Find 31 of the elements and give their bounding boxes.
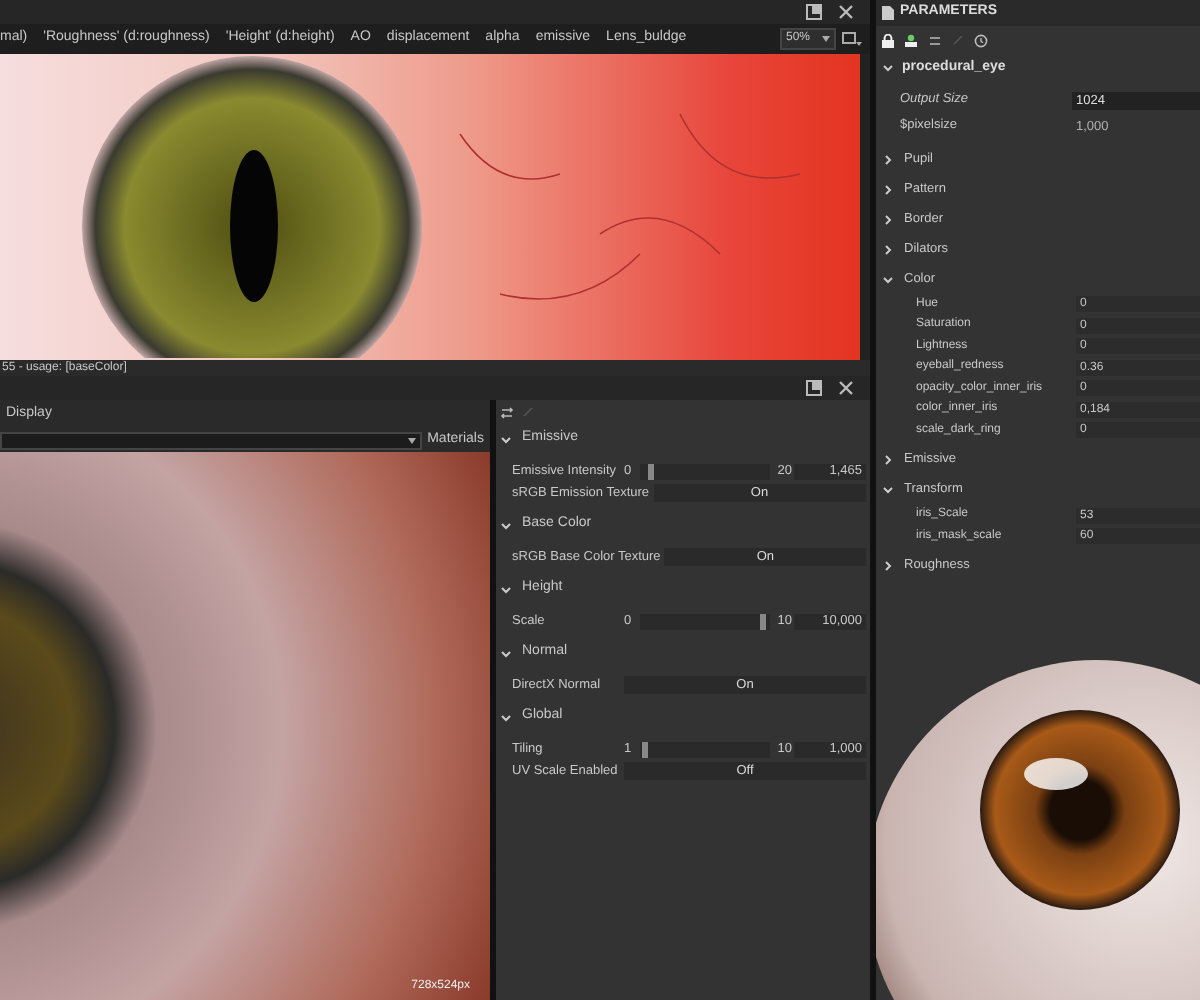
chevron-down-icon[interactable]: [500, 433, 512, 445]
chevron-down-icon[interactable]: [500, 583, 512, 595]
chevron-down-icon[interactable]: [500, 647, 512, 659]
caret-icon: [822, 36, 830, 42]
caret-icon: [407, 437, 416, 443]
close-icon[interactable]: [838, 4, 854, 20]
slider-thumb[interactable]: [648, 463, 655, 479]
display-menu-icon[interactable]: [842, 31, 862, 47]
chevron-down-icon[interactable]: [882, 62, 894, 74]
close-icon[interactable]: [838, 380, 854, 396]
slider-track[interactable]: [640, 741, 770, 757]
chevron-right-icon[interactable]: [882, 560, 894, 572]
reset-icon[interactable]: [974, 33, 988, 47]
chevron-right-icon[interactable]: [882, 213, 894, 225]
stamp-icon[interactable]: [904, 33, 918, 47]
slider-track[interactable]: [640, 463, 770, 479]
chevron-down-icon[interactable]: [500, 519, 512, 531]
chevron-down-icon[interactable]: [882, 273, 894, 285]
slider-thumb[interactable]: [760, 613, 767, 629]
chevron-right-icon[interactable]: [882, 243, 894, 255]
chevron-down-icon[interactable]: [882, 484, 894, 496]
chevron-down-icon[interactable]: [500, 711, 512, 723]
slider-track[interactable]: [640, 613, 770, 629]
lock-icon[interactable]: [882, 33, 894, 47]
chevron-right-icon[interactable]: [882, 454, 894, 466]
document-icon: [882, 6, 894, 20]
chevron-right-icon[interactable]: [882, 153, 894, 165]
restore-icon[interactable]: [806, 380, 822, 396]
slider-thumb[interactable]: [642, 741, 649, 757]
chevron-right-icon[interactable]: [882, 183, 894, 195]
restore-icon[interactable]: [806, 4, 822, 20]
